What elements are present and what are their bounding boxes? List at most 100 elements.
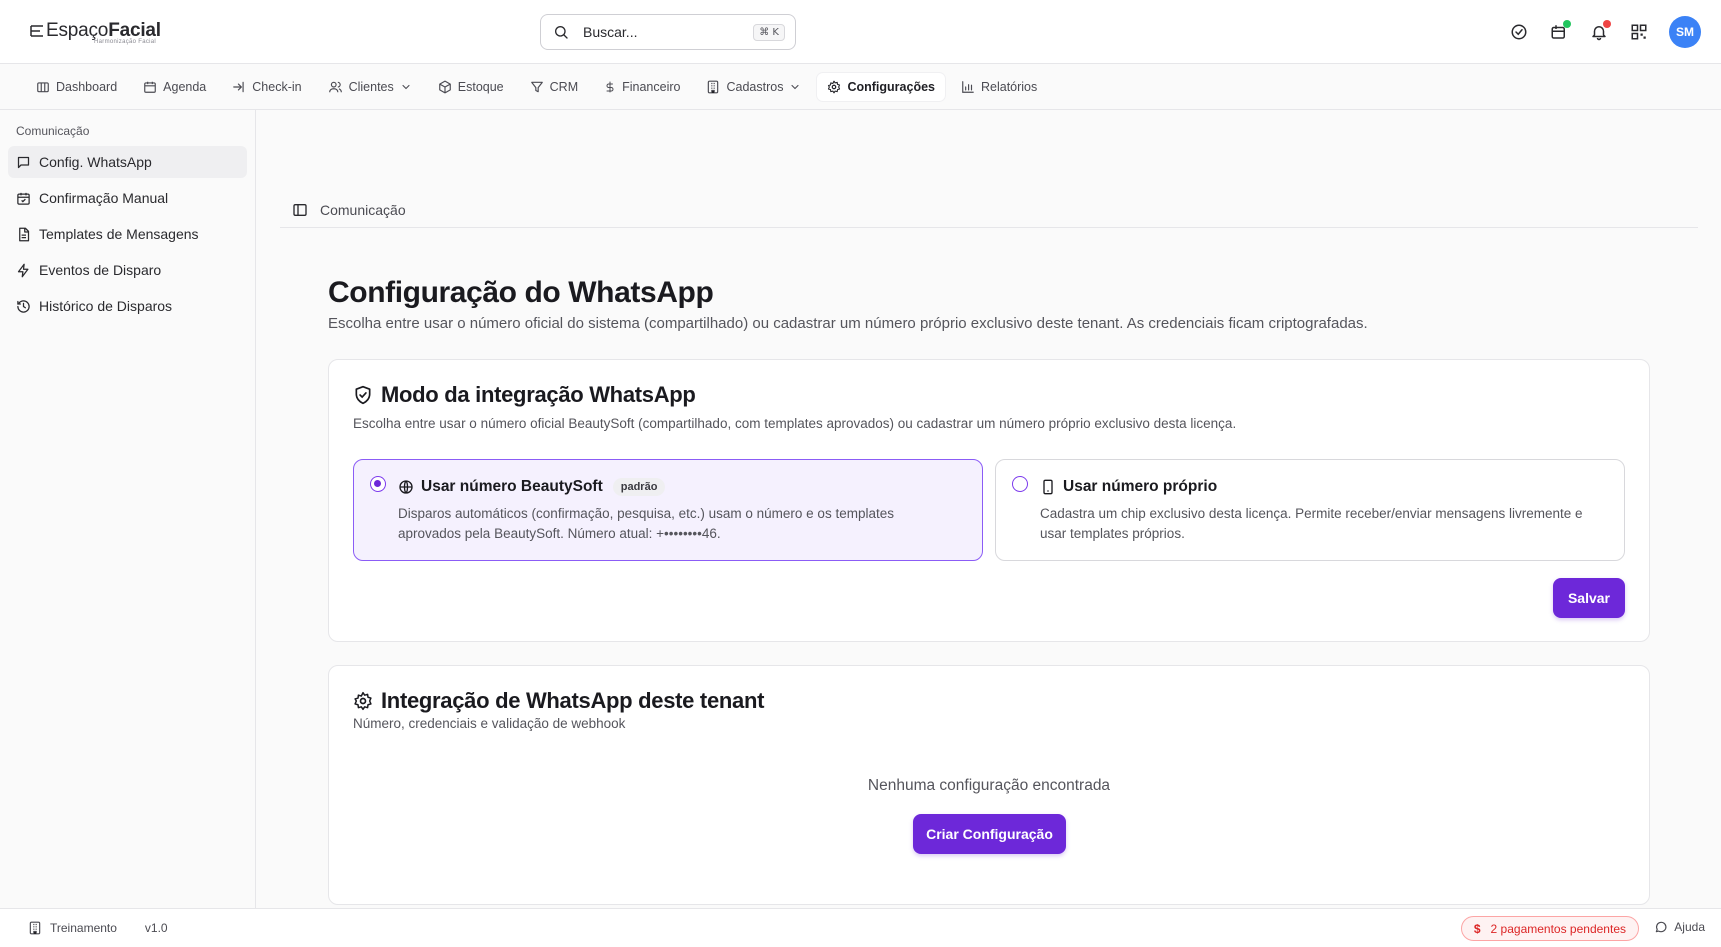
message-icon bbox=[17, 156, 30, 168]
option-beautysoft-number[interactable]: Usar número BeautySoft padrão Disparos a… bbox=[353, 459, 983, 561]
sidebar-item-label: Confirmação Manual bbox=[39, 190, 169, 206]
environment-label: Treinamento bbox=[50, 921, 117, 935]
logo-mark-icon bbox=[30, 25, 43, 37]
sidebar-item-label: Histórico de Disparos bbox=[39, 298, 173, 314]
page-title: Configuração do WhatsApp bbox=[328, 276, 714, 309]
pending-payments-label: 2 pagamentos pendentes bbox=[1490, 921, 1626, 936]
history-icon bbox=[17, 299, 30, 313]
integration-config-card: Integração de WhatsApp deste tenant Núme… bbox=[328, 665, 1650, 905]
nav-label: Financeiro bbox=[622, 80, 681, 94]
help-link[interactable]: Ajuda bbox=[1654, 920, 1705, 934]
footer: Treinamento v1.0 $ 2 pagamentos pendente… bbox=[0, 908, 1721, 947]
nav-label: Configurações bbox=[847, 80, 935, 94]
nav-estoque[interactable]: Estoque bbox=[428, 73, 514, 101]
breadcrumb: Comunicação bbox=[280, 192, 1698, 228]
bell-icon[interactable] bbox=[1589, 20, 1611, 42]
option-title-text: Usar número próprio bbox=[1063, 478, 1218, 495]
users-icon bbox=[328, 81, 342, 93]
nav-dashboard[interactable]: Dashboard bbox=[26, 73, 127, 101]
card-description: Número, credenciais e validação de webho… bbox=[353, 716, 626, 731]
smartphone-icon bbox=[1043, 479, 1053, 495]
main-content: Comunicação Configuração do WhatsApp Esc… bbox=[256, 110, 1721, 908]
nav-configuracoes[interactable]: Configurações bbox=[817, 73, 945, 101]
main-nav: Dashboard Agenda Check-in Clientes Estoq… bbox=[0, 65, 1721, 110]
sidebar-item-label: Templates de Mensagens bbox=[39, 226, 199, 242]
gear-icon bbox=[354, 691, 372, 711]
zap-icon bbox=[17, 263, 29, 277]
sidebar-group-label: Comunicação bbox=[16, 124, 90, 138]
option-description: Cadastra um chip exclusivo desta licença… bbox=[1040, 506, 1583, 541]
breadcrumb-item[interactable]: Comunicação bbox=[320, 202, 406, 218]
radio-own-number[interactable] bbox=[1012, 476, 1028, 492]
calendar-notify-icon[interactable] bbox=[1549, 20, 1571, 42]
sidebar-item-label: Eventos de Disparo bbox=[39, 262, 162, 278]
environment-indicator: Treinamento bbox=[28, 921, 117, 935]
save-button[interactable]: Salvar bbox=[1553, 578, 1625, 618]
search-placeholder: Buscar... bbox=[583, 24, 638, 40]
nav-label: Cadastros bbox=[726, 80, 784, 94]
file-text-icon bbox=[19, 227, 30, 241]
sidebar-item-templates[interactable]: Templates de Mensagens bbox=[8, 218, 247, 250]
card-title-text: Integração de WhatsApp deste tenant bbox=[381, 688, 765, 713]
card-description: Escolha entre usar o número oficial Beau… bbox=[353, 416, 1237, 431]
header-actions: SM bbox=[1489, 16, 1701, 48]
chevron-down-icon bbox=[791, 84, 800, 90]
brand-tagline: Harmonização Facial bbox=[94, 39, 157, 45]
nav-label: Relatórios bbox=[980, 80, 1038, 94]
dollar-icon: $ bbox=[1473, 921, 1481, 936]
nav-clientes[interactable]: Clientes bbox=[318, 73, 422, 101]
shield-check-icon bbox=[355, 385, 371, 405]
nav-label: Check-in bbox=[252, 80, 302, 94]
nav-check-in[interactable]: Check-in bbox=[222, 73, 311, 101]
nav-label: Dashboard bbox=[56, 80, 118, 94]
option-title-text: Usar número BeautySoft bbox=[421, 478, 603, 495]
help-chat-icon bbox=[1656, 921, 1667, 933]
option-title: Usar número BeautySoft padrão bbox=[398, 478, 666, 496]
version-label: v1.0 bbox=[144, 921, 168, 935]
radio-beautysoft[interactable] bbox=[370, 476, 386, 492]
search-shortcut: ⌘ K bbox=[753, 23, 785, 41]
integration-mode-card: Modo da integração WhatsApp Escolha entr… bbox=[328, 359, 1650, 642]
building-icon bbox=[29, 921, 41, 935]
option-title: Usar número próprio bbox=[1040, 478, 1217, 496]
globe-icon bbox=[399, 480, 413, 494]
create-config-button[interactable]: Criar Configuração bbox=[913, 814, 1066, 854]
sidebar-item-config-whatsapp[interactable]: Config. WhatsApp bbox=[8, 146, 247, 178]
nav-cadastros[interactable]: Cadastros bbox=[696, 73, 811, 101]
nav-crm[interactable]: CRM bbox=[520, 73, 588, 101]
card-title: Modo da integração WhatsApp bbox=[353, 382, 696, 408]
chevron-down-icon bbox=[402, 84, 410, 90]
status-dot bbox=[1563, 20, 1571, 28]
page-description: Escolha entre usar o número oficial do s… bbox=[328, 315, 1368, 332]
option-own-number[interactable]: Usar número próprio Cadastra um chip exc… bbox=[995, 459, 1625, 561]
user-avatar[interactable]: SM bbox=[1669, 16, 1701, 48]
brand-logo[interactable]: EspaçoFacial Harmonização Facial bbox=[30, 20, 161, 45]
card-title: Integração de WhatsApp deste tenant bbox=[353, 688, 764, 714]
nav-agenda[interactable]: Agenda bbox=[133, 73, 216, 101]
nav-label: Agenda bbox=[163, 80, 207, 94]
sidebar: Comunicação Config. WhatsApp Confirmação… bbox=[0, 110, 256, 908]
qr-code-icon[interactable] bbox=[1629, 22, 1649, 42]
building-icon bbox=[708, 80, 719, 94]
sidebar-item-historico[interactable]: Histórico de Disparos bbox=[8, 290, 247, 322]
sidebar-toggle-icon[interactable] bbox=[292, 202, 308, 218]
gear-icon bbox=[828, 80, 841, 94]
filter-icon bbox=[530, 81, 543, 93]
sidebar-item-label: Config. WhatsApp bbox=[39, 154, 152, 170]
top-header: EspaçoFacial Harmonização Facial Buscar.… bbox=[0, 0, 1721, 64]
login-icon bbox=[233, 81, 244, 93]
sidebar-item-confirmacao-manual[interactable]: Confirmação Manual bbox=[8, 182, 247, 214]
pending-payments-badge[interactable]: $ 2 pagamentos pendentes bbox=[1460, 916, 1639, 941]
card-title-text: Modo da integração WhatsApp bbox=[381, 382, 696, 407]
package-icon bbox=[438, 80, 451, 94]
nav-label: CRM bbox=[549, 80, 579, 94]
sidebar-item-eventos[interactable]: Eventos de Disparo bbox=[8, 254, 247, 286]
calendar-icon bbox=[144, 81, 156, 93]
empty-state-text: Nenhuma configuração encontrada bbox=[867, 777, 1111, 794]
nav-financeiro[interactable]: Financeiro bbox=[594, 73, 690, 101]
check-circle-icon[interactable] bbox=[1509, 22, 1529, 42]
search-input[interactable]: Buscar... ⌘ K bbox=[540, 14, 796, 50]
nav-relatorios[interactable]: Relatórios bbox=[951, 73, 1047, 101]
help-label: Ajuda bbox=[1674, 920, 1705, 934]
option-description: Disparos automáticos (confirmação, pesqu… bbox=[398, 506, 894, 541]
